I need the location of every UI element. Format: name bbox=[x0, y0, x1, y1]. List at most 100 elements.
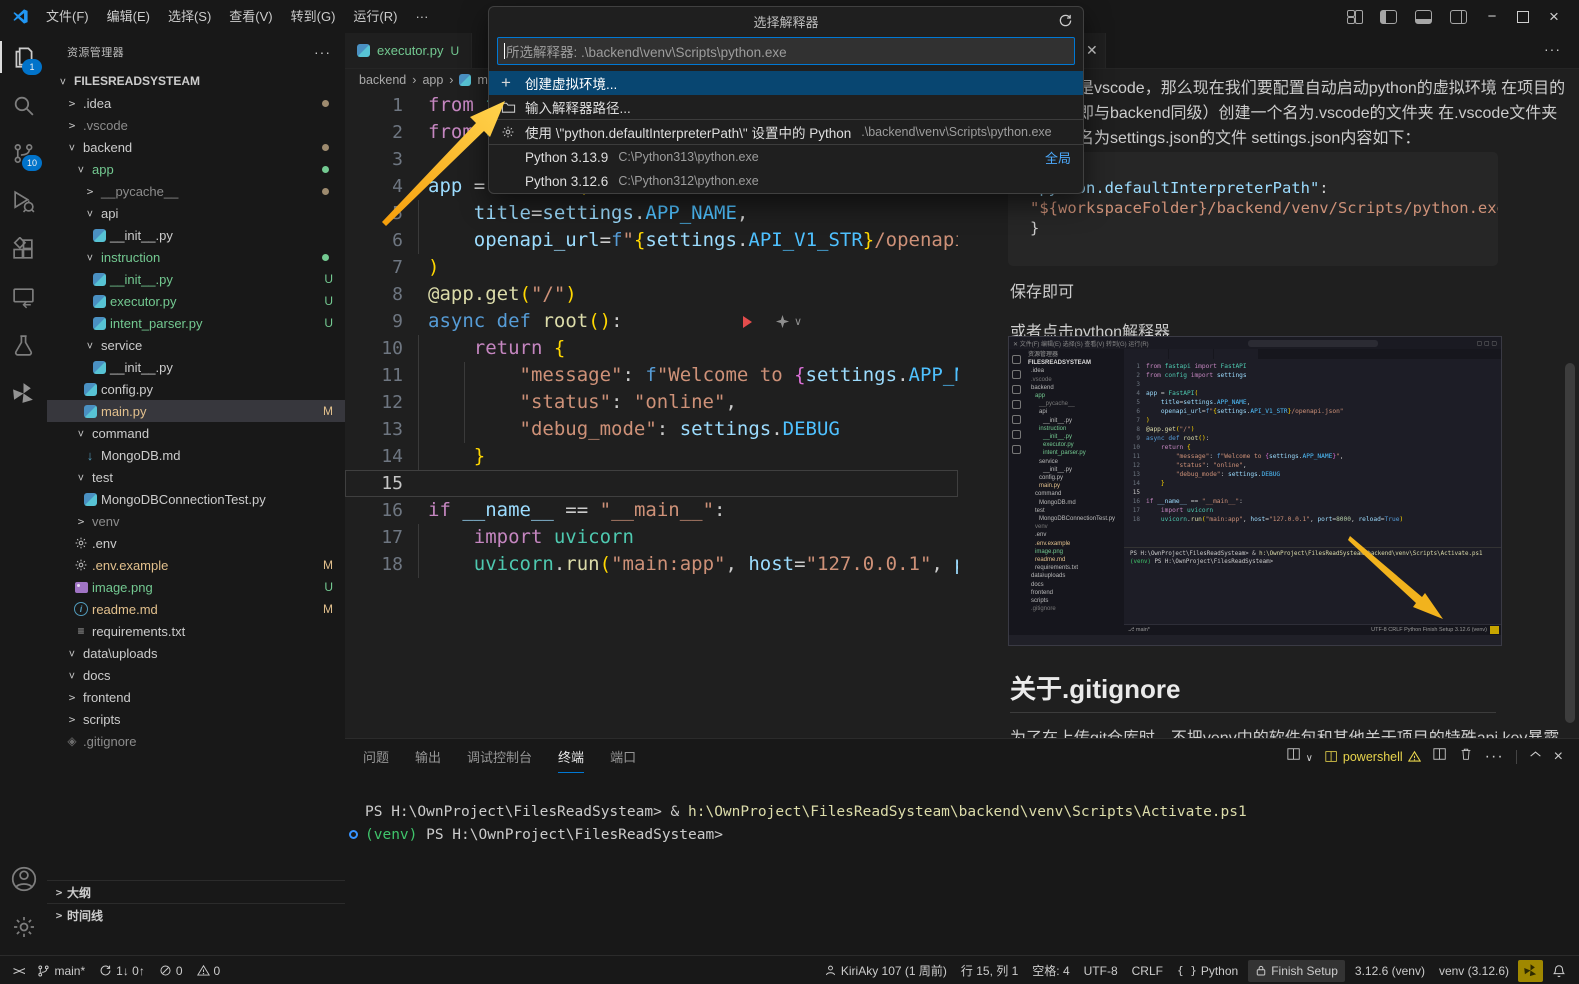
tree-item-command[interactable]: >command bbox=[47, 422, 345, 444]
close-window-button[interactable]: × bbox=[1547, 7, 1561, 27]
tree-item-main.py[interactable]: main.pyM bbox=[47, 400, 345, 422]
panel-tab-端口[interactable]: 端口 bbox=[610, 741, 636, 772]
activity-search-icon[interactable] bbox=[0, 81, 47, 129]
settings-gear-icon[interactable] bbox=[0, 903, 47, 951]
tree-item-docs[interactable]: >docs bbox=[47, 664, 345, 686]
tree-item-scripts[interactable]: >scripts bbox=[47, 708, 345, 730]
tree-item-app[interactable]: >app bbox=[47, 158, 345, 180]
terminal-instance-powershell[interactable]: powershell bbox=[1325, 750, 1421, 764]
tree-item-readme.md[interactable]: ireadme.mdM bbox=[47, 598, 345, 620]
breadcrumb-item[interactable]: app bbox=[422, 73, 443, 87]
quickpick-item-Python 3.12.[interactable]: Python 3.12.6C:\Python312\python.exe bbox=[489, 169, 1083, 193]
embedded-screenshot[interactable]: ✕ 文件(F) 编辑(E) 选择(S) 查看(V) 转到(G) 运行(R)▢ ▢… bbox=[1008, 336, 1502, 646]
toggle-panel-icon[interactable] bbox=[1415, 10, 1432, 24]
toggle-secondary-sidebar-icon[interactable] bbox=[1450, 10, 1467, 24]
menu-文件F[interactable]: 文件(F) bbox=[37, 9, 98, 24]
tree-root[interactable]: >FILESREADSYSTEAM bbox=[47, 70, 345, 92]
activity-extension-pinwheel-icon[interactable] bbox=[0, 369, 47, 417]
tree-item-.gitignore[interactable]: ◈.gitignore bbox=[47, 730, 345, 752]
tree-item-api[interactable]: >api bbox=[47, 202, 345, 224]
tree-item-intent_parser.py[interactable]: intent_parser.pyU bbox=[47, 312, 345, 334]
explorer-more-actions-icon[interactable]: ··· bbox=[314, 44, 331, 60]
tree-item-MongoDBConnectionTest.py[interactable]: MongoDBConnectionTest.py bbox=[47, 488, 345, 510]
status-finish-setup[interactable]: Finish Setup bbox=[1248, 960, 1345, 982]
menu-overflow[interactable]: ··· bbox=[406, 0, 437, 33]
terminal-more-actions-icon[interactable]: ··· bbox=[1485, 748, 1504, 766]
status-bell[interactable] bbox=[1545, 960, 1573, 982]
preview-scrollbar[interactable] bbox=[1565, 363, 1575, 723]
menu-编辑E[interactable]: 编辑(E) bbox=[98, 9, 159, 24]
tree-item-venv[interactable]: >venv bbox=[47, 510, 345, 532]
tree-item-image.png[interactable]: image.pngU bbox=[47, 576, 345, 598]
panel-tab-调试控制台[interactable]: 调试控制台 bbox=[467, 741, 532, 772]
activity-run-debug-icon[interactable] bbox=[0, 177, 47, 225]
panel-tab-输出[interactable]: 输出 bbox=[415, 741, 441, 772]
maximize-button[interactable] bbox=[1517, 11, 1529, 23]
terminal-split-dropdown-icon[interactable]: ∨ bbox=[1287, 747, 1313, 766]
panel-tab-问题[interactable]: 问题 bbox=[363, 741, 389, 772]
kill-terminal-icon[interactable] bbox=[1459, 747, 1473, 766]
quickpick-item-使用 \"python.[interactable]: 使用 \"python.defaultInterpreterPath\" 设置中… bbox=[489, 119, 1083, 144]
tree-item-.vscode[interactable]: >.vscode bbox=[47, 114, 345, 136]
status-3-12-6-venv-[interactable]: 3.12.6 (venv) bbox=[1348, 960, 1432, 982]
status-crlf[interactable]: CRLF bbox=[1125, 960, 1170, 982]
quickpick-item-创建虚拟环境...[interactable]: +创建虚拟环境... bbox=[489, 71, 1083, 95]
copilot-sparkle-icon[interactable]: ∨ bbox=[775, 314, 802, 329]
status-kiriaky-107-1-[interactable]: KiriAky 107 (1 周前) bbox=[817, 960, 954, 982]
tree-item-.idea[interactable]: >.idea bbox=[47, 92, 345, 114]
preview-more-actions-icon[interactable]: ··· bbox=[1544, 41, 1561, 57]
menu-查看V[interactable]: 查看(V) bbox=[220, 9, 281, 24]
tree-item-__init__.py[interactable]: __init__.pyU bbox=[47, 268, 345, 290]
panel-tab-终端[interactable]: 终端 bbox=[558, 741, 584, 773]
close-tab-icon[interactable]: ✕ bbox=[1086, 42, 1098, 59]
close-panel-icon[interactable]: × bbox=[1554, 748, 1563, 766]
quickpick-title-bar[interactable]: 选择解释器 bbox=[489, 7, 1083, 35]
tab-executor-py[interactable]: executor.py U bbox=[345, 33, 472, 68]
tree-item-MongoDB.md[interactable]: ↓MongoDB.md bbox=[47, 444, 345, 466]
terminal-output[interactable]: PS H:\OwnProject\FilesReadSysteam> & h:\… bbox=[353, 801, 1247, 847]
status-0[interactable]: 0 bbox=[152, 960, 190, 982]
tree-item-requirements.txt[interactable]: ≡requirements.txt bbox=[47, 620, 345, 642]
activity-remote-explorer-icon[interactable] bbox=[0, 273, 47, 321]
tree-item-frontend[interactable]: >frontend bbox=[47, 686, 345, 708]
quickpick-item-Python 3.13.[interactable]: Python 3.13.9C:\Python313\python.exe全局 bbox=[489, 144, 1083, 169]
account-icon[interactable] bbox=[0, 855, 47, 903]
maximize-panel-icon[interactable] bbox=[1529, 748, 1542, 766]
minimize-button[interactable]: − bbox=[1485, 8, 1499, 25]
tree-item-backend[interactable]: >backend bbox=[47, 136, 345, 158]
menu-选择S[interactable]: 选择(S) bbox=[159, 9, 220, 24]
status-0[interactable]: 0 bbox=[190, 960, 228, 982]
tree-item-.env.example[interactable]: .env.exampleM bbox=[47, 554, 345, 576]
status-venv-3-12-6-[interactable]: venv (3.12.6) bbox=[1432, 960, 1516, 982]
tree-item-service[interactable]: >service bbox=[47, 334, 345, 356]
tree-item-__init__.py[interactable]: __init__.py bbox=[47, 356, 345, 378]
quickpick-item-输入解释器路径...[interactable]: 输入解释器路径... bbox=[489, 95, 1083, 119]
tree-item-test[interactable]: >test bbox=[47, 466, 345, 488]
status--15-1[interactable]: 行 15, 列 1 bbox=[954, 960, 1025, 982]
status-main-[interactable]: main* bbox=[30, 960, 92, 982]
activity-testing-icon[interactable] bbox=[0, 321, 47, 369]
tree-item-executor.py[interactable]: executor.pyU bbox=[47, 290, 345, 312]
menu-运行R[interactable]: 运行(R) bbox=[344, 9, 406, 24]
tree-item-config.py[interactable]: config.py bbox=[47, 378, 345, 400]
status-remote[interactable]: >< bbox=[6, 960, 30, 982]
tree-item-__pycache__[interactable]: >__pycache__ bbox=[47, 180, 345, 202]
activity-explorer-icon[interactable]: 1 bbox=[0, 33, 47, 81]
outline-section[interactable]: >大纲 bbox=[47, 880, 345, 903]
status--4[interactable]: 空格: 4 bbox=[1025, 960, 1076, 982]
toggle-sidebar-icon[interactable] bbox=[1380, 10, 1397, 24]
customize-layout-icon[interactable] bbox=[1346, 10, 1362, 24]
interpreter-search-input[interactable]: 所选解释器: .\backend\venv\Scripts\python.exe bbox=[497, 37, 1075, 65]
refresh-icon[interactable] bbox=[1058, 13, 1073, 31]
tree-item-instruction[interactable]: >instruction bbox=[47, 246, 345, 268]
activity-source-control-icon[interactable]: 10 bbox=[0, 129, 47, 177]
tree-item-.env[interactable]: .env bbox=[47, 532, 345, 554]
split-terminal-icon[interactable] bbox=[1433, 747, 1447, 766]
activity-extensions-icon[interactable] bbox=[0, 225, 47, 273]
tree-item-__init__.py[interactable]: __init__.py bbox=[47, 224, 345, 246]
status-1-0-[interactable]: 1↓ 0↑ bbox=[92, 960, 152, 982]
status-pinwheel[interactable] bbox=[1518, 960, 1543, 982]
timeline-section[interactable]: >时间线 bbox=[47, 903, 345, 926]
breadcrumb-item[interactable]: backend bbox=[359, 73, 406, 87]
menu-转到G[interactable]: 转到(G) bbox=[282, 9, 345, 24]
